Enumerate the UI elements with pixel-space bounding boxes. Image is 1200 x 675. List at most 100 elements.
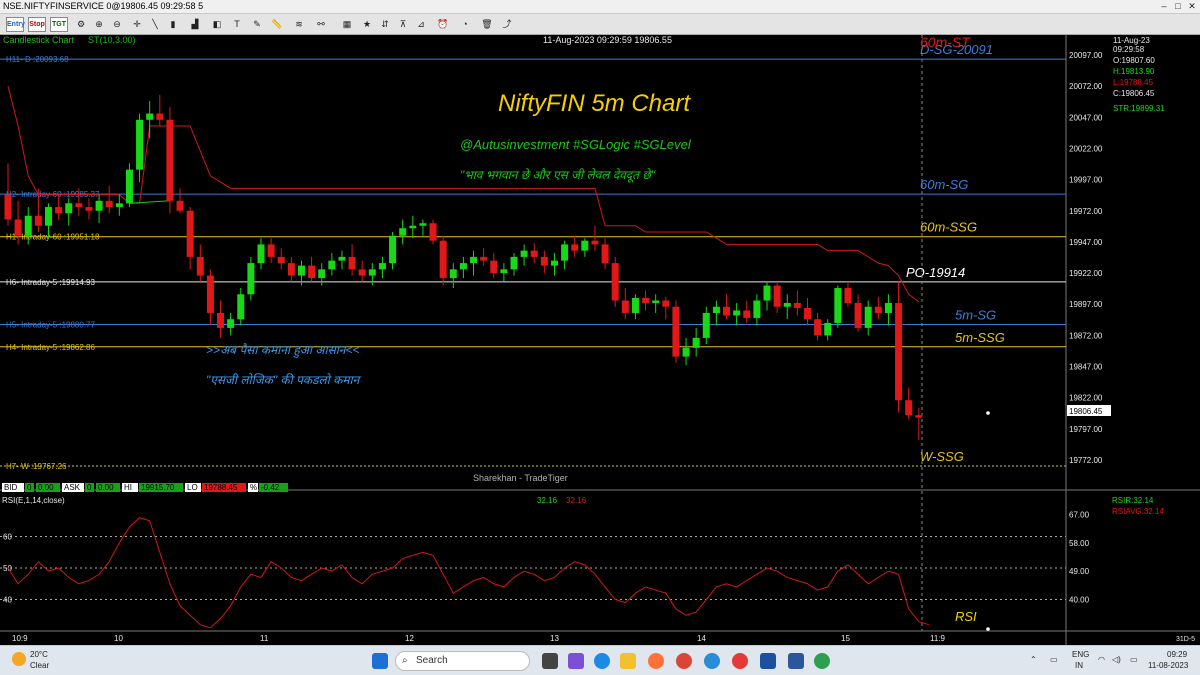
candle-body bbox=[389, 235, 397, 264]
candle-body bbox=[4, 194, 12, 220]
status-key: BID bbox=[4, 483, 18, 492]
channel-icon[interactable]: ⚯ bbox=[314, 17, 328, 32]
close-button[interactable]: ✕ bbox=[1186, 1, 1198, 12]
candle-body bbox=[196, 256, 204, 276]
candle-body bbox=[550, 260, 558, 266]
link-icon[interactable]: ⇵ bbox=[378, 17, 392, 32]
level-tag: PO-19914 bbox=[906, 265, 965, 280]
level-label: H11- D :20093.68 bbox=[6, 55, 69, 64]
supertrend-value: STR:19899.31 bbox=[1113, 104, 1165, 113]
crosshair-icon[interactable]: ✛ bbox=[130, 17, 144, 32]
windows-taskbar: 20°C Clear ⌕ Search ⌃ ▭ ENG IN ◠ ◁) ▭ 09… bbox=[0, 645, 1200, 675]
gauge-icon[interactable]: ◔ bbox=[458, 17, 472, 32]
clock-date[interactable]: 11-08-2023 bbox=[1148, 661, 1188, 670]
chart-bars-icon[interactable]: ▟ bbox=[188, 17, 202, 32]
text-icon[interactable]: T bbox=[230, 17, 244, 32]
taskbar-search[interactable]: ⌕ Search bbox=[395, 651, 530, 671]
ohlc-open: O:19807.60 bbox=[1113, 56, 1155, 65]
stop-button[interactable]: Stop bbox=[28, 17, 46, 32]
price-tick: 19922.00 bbox=[1069, 269, 1103, 278]
zoom-in-icon[interactable]: ⊕ bbox=[92, 17, 106, 32]
candle-body bbox=[166, 119, 174, 201]
candle-body bbox=[378, 263, 386, 270]
candle-body bbox=[763, 285, 771, 301]
status-value: 19788.45 bbox=[204, 483, 238, 492]
candle-body bbox=[206, 275, 214, 313]
time-label: 14 bbox=[697, 634, 706, 643]
note-1: >>अब पैसा कमाना हुआ आसान<< bbox=[206, 343, 359, 358]
firefox-icon[interactable] bbox=[648, 653, 664, 669]
language-label[interactable]: ENG bbox=[1072, 650, 1089, 659]
fib-icon[interactable]: ≋ bbox=[292, 17, 306, 32]
time-label: 11:9 bbox=[930, 634, 946, 643]
candle-body bbox=[652, 300, 660, 303]
ruler-icon[interactable]: 📏 bbox=[270, 17, 284, 32]
battery-icon[interactable]: ▭ bbox=[1130, 655, 1138, 664]
delete-icon[interactable]: 🗑 bbox=[480, 17, 494, 32]
cube-icon[interactable]: ◧ bbox=[210, 17, 224, 32]
candle-body bbox=[712, 306, 720, 313]
candle-body bbox=[854, 303, 862, 328]
candle-body bbox=[186, 210, 194, 257]
trend-icon[interactable]: ⤴ bbox=[500, 17, 514, 32]
entry-button[interactable]: Entry bbox=[6, 17, 25, 32]
price-tick: 19897.00 bbox=[1069, 300, 1103, 309]
measure-icon[interactable]: ⊿ bbox=[414, 17, 428, 32]
chart-area[interactable]: H11- D :20093.68 D-SG-20091 H2- Intraday-6… bbox=[0, 35, 1200, 645]
candle-body bbox=[156, 113, 164, 120]
candle-body bbox=[146, 113, 154, 120]
clock-time[interactable]: 09:29 bbox=[1167, 650, 1187, 659]
candle-body bbox=[105, 200, 113, 208]
bell-icon[interactable]: ⏰ bbox=[436, 17, 450, 32]
weather-icon[interactable] bbox=[12, 652, 26, 666]
candle-body bbox=[621, 300, 629, 313]
rsiavg-value: RSIAVG:32.14 bbox=[1112, 507, 1164, 516]
edge-beta-icon[interactable] bbox=[704, 653, 720, 669]
grid-icon[interactable]: ▦ bbox=[340, 17, 354, 32]
wifi-icon[interactable]: ◠ bbox=[1098, 655, 1105, 664]
triangle-icon[interactable]: ⊼ bbox=[396, 17, 410, 32]
sas-icon[interactable] bbox=[760, 653, 776, 669]
star-icon[interactable]: ★ bbox=[360, 17, 374, 32]
chart-canvas[interactable]: H11- D :20093.68D-SG-20091H2- Intraday-6… bbox=[0, 35, 1200, 645]
network-icon[interactable]: ▭ bbox=[1050, 655, 1058, 664]
time-label: 11 bbox=[260, 634, 269, 643]
word-icon[interactable] bbox=[788, 653, 804, 669]
target-button[interactable]: TGT bbox=[50, 17, 68, 32]
rsi-right-tick: 49.00 bbox=[1069, 567, 1090, 576]
price-tick: 19997.00 bbox=[1069, 176, 1103, 185]
start-icon[interactable] bbox=[372, 653, 388, 669]
chat-icon[interactable] bbox=[568, 653, 584, 669]
pencil-icon[interactable]: ✎ bbox=[250, 17, 264, 32]
tradetiger-icon[interactable] bbox=[732, 653, 748, 669]
volume-icon[interactable]: ◁) bbox=[1112, 655, 1121, 664]
candle-body bbox=[399, 228, 407, 236]
maximize-button[interactable]: □ bbox=[1172, 1, 1184, 12]
app-icon[interactable] bbox=[814, 653, 830, 669]
candle-body bbox=[793, 303, 801, 308]
tray-chevron-icon[interactable]: ⌃ bbox=[1030, 655, 1037, 664]
price-tick: 20072.00 bbox=[1069, 82, 1103, 91]
zoom-out-icon[interactable]: ⊖ bbox=[110, 17, 124, 32]
status-value: 0.00 bbox=[38, 483, 54, 492]
file-explorer-icon[interactable] bbox=[620, 653, 636, 669]
rsi-panel-label: RSI bbox=[955, 609, 977, 624]
candle-body bbox=[459, 263, 467, 270]
line-icon[interactable]: ╲ bbox=[148, 17, 162, 32]
task-view-icon[interactable] bbox=[542, 653, 558, 669]
level-label: H6- Intraday-5 :19914.93 bbox=[6, 278, 95, 287]
rsi-right-tick: 40.00 bbox=[1069, 596, 1090, 605]
candle-body bbox=[358, 269, 366, 276]
candle-body bbox=[429, 223, 437, 241]
level-tag: 5m-SSG bbox=[955, 330, 1005, 345]
candle-body bbox=[702, 312, 710, 338]
settings-icon[interactable]: ⚙ bbox=[74, 17, 88, 32]
bar-icon[interactable]: ▮ bbox=[166, 17, 180, 32]
time-label: 10:9 bbox=[12, 634, 28, 643]
edge-icon[interactable] bbox=[594, 653, 610, 669]
price-tick: 19822.00 bbox=[1069, 394, 1103, 403]
chrome-icon[interactable] bbox=[676, 653, 692, 669]
candle-body bbox=[24, 215, 32, 236]
candle-body bbox=[571, 244, 579, 251]
minimize-button[interactable]: – bbox=[1158, 1, 1170, 12]
